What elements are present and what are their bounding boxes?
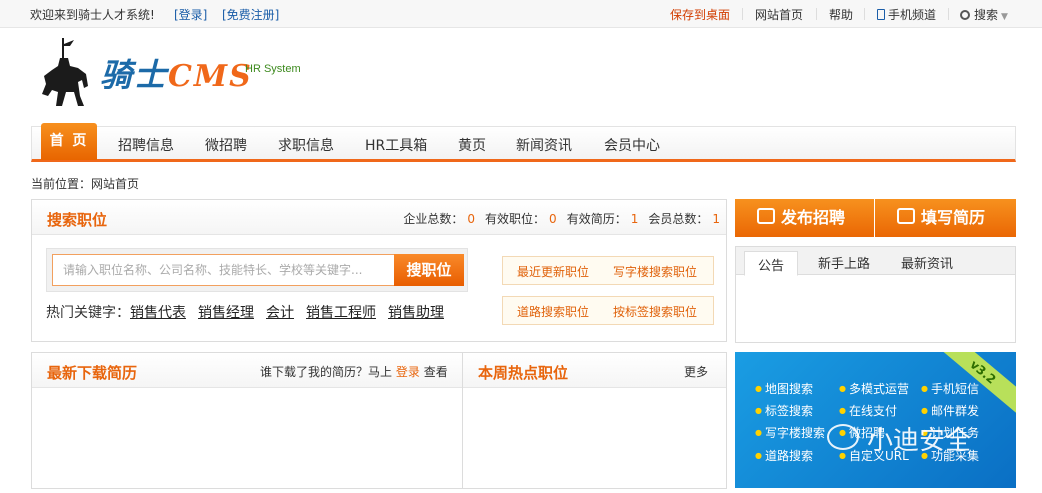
search-icon [960, 10, 970, 20]
separator [816, 8, 817, 20]
stat-label: 有效职位： [485, 212, 546, 226]
site-stats: 企业总数： 0 有效职位： 0 有效简历： 1 会员总数： 1 [403, 210, 720, 227]
search-input[interactable]: 请输入职位名称、公司名称、技能特长、学校等关键字... [52, 254, 395, 286]
feature-banner[interactable]: v3.2 地图搜索 多模式运营 手机短信 标签搜索 在线支付 邮件群发 写字楼搜… [735, 352, 1016, 488]
quick-search-box: 最近更新职位 写字楼搜索职位 [502, 256, 714, 285]
brand-name: 骑士CMS [100, 50, 253, 96]
nav-item-resumes[interactable]: 求职信息 [278, 135, 334, 155]
search-jobs-button[interactable]: 搜职位 [394, 254, 464, 286]
feature-item: 标签搜索 [755, 402, 813, 419]
quick-search-box: 道路搜索职位 按标签搜索职位 [502, 296, 714, 325]
hot-keyword[interactable]: 销售代表 [130, 305, 186, 321]
feature-item: 邮件群发 [921, 402, 979, 419]
notice-panel: 公告 新手上路 最新资讯 [735, 246, 1016, 343]
nav-item-yellow-pages[interactable]: 黄页 [458, 135, 486, 155]
nav-item-wechat-jobs[interactable]: 微招聘 [205, 135, 247, 155]
nav-item-member[interactable]: 会员中心 [604, 135, 660, 155]
stat-value: 0 [549, 212, 557, 226]
login-link[interactable]: [登录] [174, 6, 207, 23]
post-job-label: 发布招聘 [781, 208, 846, 227]
feature-item: 道路搜索 [755, 447, 813, 464]
search-toggle[interactable]: 搜索 ▼ [960, 6, 1008, 23]
latest-downloads-panel: 最新下载简历 谁下载了我的简历？马上 登录 查看 [31, 352, 463, 489]
stat-value: 1 [712, 212, 720, 226]
hot-keyword[interactable]: 会计 [266, 305, 294, 321]
watermark-text: 小迪安全 [867, 426, 972, 456]
welcome-text: 欢迎来到骑士人才系统! [30, 8, 155, 22]
search-bar: 请输入职位名称、公司名称、技能特长、学校等关键字... 搜职位 [46, 248, 468, 292]
stat-value: 0 [467, 212, 476, 226]
save-to-desktop-link[interactable]: 保存到桌面 [670, 6, 730, 23]
site-home-link[interactable]: 网站首页 [755, 6, 803, 23]
breadcrumb: 当前位置：网站首页 [31, 177, 140, 191]
feature-item: 多模式运营 [839, 380, 909, 397]
feature-item: 写字楼搜索 [755, 424, 825, 441]
nav-home[interactable]: 首 页 [41, 123, 97, 160]
tab-announcements[interactable]: 公告 [744, 251, 799, 276]
hot-keywords: 热门关键字：销售代表 销售经理 会计 销售工程师 销售助理 [46, 302, 456, 322]
hot-jobs-panel: 本周热点职位 更多 [462, 352, 727, 489]
more-link[interactable]: 更多 [684, 363, 708, 380]
notice-tabs: 公告 新手上路 最新资讯 [736, 247, 1015, 276]
write-resume-button[interactable]: 填写简历 [875, 199, 1016, 237]
write-resume-label: 填写简历 [921, 208, 986, 227]
stat-label: 有效简历： [566, 212, 627, 226]
separator [948, 8, 949, 20]
register-link[interactable]: [免费注册] [222, 6, 279, 23]
panel-title: 本周热点职位 [478, 364, 569, 382]
panel-header: 本周热点职位 更多 [463, 353, 726, 388]
search-jobs-panel: 搜索职位 企业总数： 0 有效职位： 0 有效简历： 1 会员总数： 1 请输入职位名称、公司… [31, 199, 727, 342]
recent-jobs-link[interactable]: 最近更新职位 [517, 263, 589, 280]
stat-label: 企业总数： [403, 212, 464, 226]
stat-label: 会员总数： [648, 212, 709, 226]
hot-keywords-label: 热门关键字： [46, 305, 130, 321]
stat-value: 1 [630, 212, 639, 226]
nav-item-hr-tools[interactable]: HR工具箱 [365, 135, 427, 155]
separator [742, 8, 743, 20]
mobile-channel-label: 手机频道 [888, 8, 937, 22]
chat-bubble-icon [757, 208, 775, 224]
nav-item-jobs[interactable]: 招聘信息 [118, 135, 174, 155]
hot-keyword[interactable]: 销售助理 [388, 305, 444, 321]
download-notice-text: 谁下载了我的简历？马上 [260, 365, 393, 379]
separator [864, 8, 865, 20]
post-job-button[interactable]: 发布招聘 [735, 199, 874, 237]
hot-keyword[interactable]: 销售工程师 [306, 305, 376, 321]
mobile-channel-link[interactable]: 手机频道 [877, 6, 936, 23]
wechat-icon [827, 424, 859, 450]
feature-item: 手机短信 [921, 380, 979, 397]
site-logo[interactable]: 骑士CMS HR System [38, 36, 318, 112]
chevron-down-icon: ▼ [1001, 12, 1008, 22]
panel-title: 最新下载简历 [47, 364, 138, 382]
main-nav: 首 页 招聘信息 微招聘 求职信息 HR工具箱 黄页 新闻资讯 会员中心 [31, 123, 1016, 162]
road-search-link[interactable]: 道路搜索职位 [517, 303, 589, 320]
download-login-link[interactable]: 登录 [396, 365, 420, 379]
brand-cms-text: CMS [168, 59, 253, 94]
feature-item: 在线支付 [839, 402, 897, 419]
panel-title: 搜索职位 [47, 211, 108, 229]
hot-keyword[interactable]: 销售经理 [198, 305, 254, 321]
knight-icon [42, 38, 88, 106]
tagline: HR System [245, 63, 301, 75]
nav-item-news[interactable]: 新闻资讯 [516, 135, 572, 155]
feature-item: 地图搜索 [755, 380, 813, 397]
tag-search-link[interactable]: 按标签搜索职位 [613, 303, 697, 320]
download-notice: 谁下载了我的简历？马上 登录 查看 [260, 363, 448, 380]
office-search-link[interactable]: 写字楼搜索职位 [613, 263, 697, 280]
top-bar: 欢迎来到骑士人才系统! [登录] [免费注册] 保存到桌面 网站首页 帮助 手机… [0, 0, 1042, 28]
brand-text: 骑士 [100, 56, 169, 94]
search-toggle-label: 搜索 [974, 8, 999, 22]
tab-latest-news[interactable]: 最新资讯 [901, 253, 953, 272]
mobile-icon [877, 9, 885, 20]
help-link[interactable]: 帮助 [829, 6, 853, 23]
panel-header: 搜索职位 企业总数： 0 有效职位： 0 有效简历： 1 会员总数： 1 [32, 200, 726, 235]
panel-header: 最新下载简历 谁下载了我的简历？马上 登录 查看 [32, 353, 462, 388]
tab-beginner-guide[interactable]: 新手上路 [818, 253, 870, 272]
edit-icon [897, 208, 915, 224]
download-notice-suffix: 查看 [423, 365, 448, 379]
